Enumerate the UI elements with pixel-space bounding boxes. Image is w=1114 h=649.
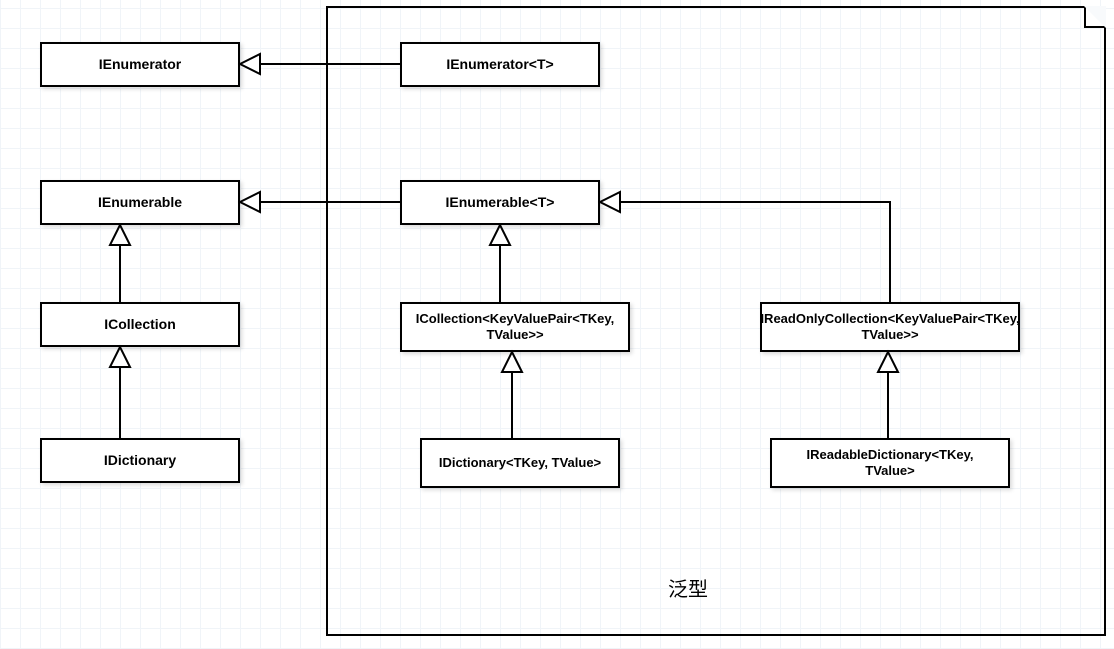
- box-icollection: ICollection: [40, 302, 240, 347]
- box-ienumerator-t: IEnumerator<T>: [400, 42, 600, 87]
- box-icollection-kvp: ICollection<KeyValuePair<TKey, TValue>>: [400, 302, 630, 352]
- box-idictionary: IDictionary: [40, 438, 240, 483]
- box-ireadonlycollection-kvp: IReadOnlyCollection<KeyValuePair<TKey, T…: [760, 302, 1020, 352]
- box-ienumerator: IEnumerator: [40, 42, 240, 87]
- box-ienumerable-t: IEnumerable<T>: [400, 180, 600, 225]
- box-ienumerable: IEnumerable: [40, 180, 240, 225]
- box-idictionary-tk: IDictionary<TKey, TValue>: [420, 438, 620, 488]
- group-fold-icon: [1084, 6, 1106, 28]
- group-label: 泛型: [668, 573, 708, 602]
- diagram-canvas: 泛型 IEnumerator IEnumerable ICollection I…: [0, 0, 1114, 649]
- box-ireadabledictionary-tk: IReadableDictionary<TKey, TValue>: [770, 438, 1010, 488]
